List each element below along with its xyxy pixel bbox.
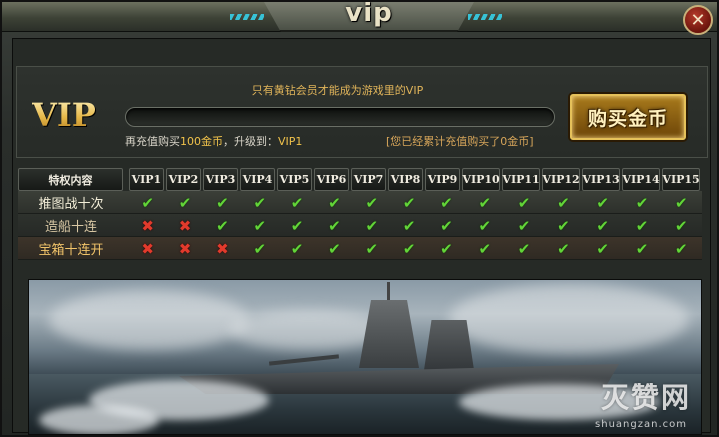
check-icon: ✔ [440,239,453,258]
cross-icon: ✖ [141,239,154,258]
check-icon: ✔ [596,216,609,235]
header-vip6: VIP6 [313,168,349,191]
check-icon: ✔ [290,193,304,212]
check-icon: ✔ [517,216,531,235]
check-icon: ✔ [365,239,379,258]
check-icon: ✔ [402,216,416,235]
header-vip5: VIP5 [276,168,312,191]
header-vip9: VIP9 [425,168,461,191]
check-icon: ✔ [596,239,609,258]
vip-window: vip ✕ VIP 只有黄钻会员才能成为游戏里的VIP 再充值购买100金币，升… [0,0,719,437]
check-icon: ✔ [557,193,570,212]
check-icon: ✔ [402,239,416,258]
check-icon: ✔ [290,239,304,258]
header-vip2: VIP2 [165,168,201,191]
check-icon: ✔ [596,193,609,212]
header-vip13: VIP13 [582,168,621,191]
wave-splash [39,405,159,434]
recharge-amount: 100金币 [180,135,223,148]
check-icon: ✔ [478,216,492,235]
check-icon: ✔ [253,239,267,258]
check-icon: ✔ [635,216,649,235]
recharge-middle: ，升级到： [223,135,278,148]
watermark-logo: 灭赞网 [600,381,691,414]
check-icon: ✔ [402,193,416,212]
ship-tower [359,300,419,368]
check-icon: ✔ [365,216,379,235]
check-icon: ✔ [478,193,492,212]
table-header-row: 特权内容 VIP1 VIP2 VIP3 VIP4 VIP5 VIP6 VIP7 VIP8 VIP… [18,168,702,191]
check-icon: ✔ [557,239,570,258]
check-icon: ✔ [675,193,688,212]
ship-tower [424,320,474,370]
privilege-label: 推图战十次 [38,197,104,212]
vip-privilege-table: 特权内容 VIP1 VIP2 VIP3 VIP4 VIP5 VIP6 VIP7 VIP8 VIP… [18,168,702,260]
check-icon: ✔ [635,239,649,258]
check-icon: ✔ [365,193,379,212]
check-icon: ✔ [557,216,570,235]
check-icon: ✔ [216,216,229,235]
header-vip10: VIP10 [462,168,501,191]
header-vip12: VIP12 [542,168,581,191]
table-row: 宝箱十连开 ✖ ✖ ✖ ✔ ✔ ✔ ✔ ✔ ✔ ✔ ✔ ✔ ✔ ✔ ✔ [18,237,702,260]
vip-notice-text: 只有黄钻会员才能成为游戏里的VIP [251,84,424,97]
watermark-url: shuangzan.com [595,419,687,430]
check-icon: ✔ [178,193,192,212]
total-recharge-text: [您已经累计充值购买了0金币] [386,135,534,148]
privilege-label: 宝箱十连开 [38,243,104,258]
header-vip14: VIP14 [622,168,661,191]
check-icon: ✔ [253,193,267,212]
check-icon: ✔ [478,239,492,258]
window-title: vip [345,0,393,28]
vip-logo: VIP [32,96,96,134]
buy-gold-button-label: 购买金币 [587,107,668,130]
check-icon: ✔ [253,216,267,235]
header-vip1: VIP1 [128,168,164,191]
title-bar-decoration-left [230,14,264,20]
check-icon: ✔ [440,216,453,235]
check-icon: ✔ [517,193,531,212]
privilege-label: 造船十连 [45,220,98,235]
check-icon: ✔ [216,193,229,212]
cross-icon: ✖ [178,239,192,258]
check-icon: ✔ [141,193,154,212]
header-vip4: VIP4 [239,168,275,191]
check-icon: ✔ [328,193,341,212]
close-button[interactable]: ✕ [683,5,713,35]
close-icon: ✕ [690,9,706,31]
check-icon: ✔ [517,239,531,258]
table-row: 造船十连 ✖ ✖ ✔ ✔ ✔ ✔ ✔ ✔ ✔ ✔ ✔ ✔ ✔ ✔ ✔ [18,214,702,237]
table-row: 推图战十次 ✔ ✔ ✔ ✔ ✔ ✔ ✔ ✔ ✔ ✔ ✔ ✔ ✔ ✔ ✔ [18,191,702,214]
check-icon: ✔ [328,239,341,258]
header-vip3: VIP3 [202,168,238,191]
recharge-hint: 再充值购买100金币，升级到：VIP1 [125,133,302,149]
table-body: 推图战十次 ✔ ✔ ✔ ✔ ✔ ✔ ✔ ✔ ✔ ✔ ✔ ✔ ✔ ✔ ✔ 造船十连 ✖ ✖ ✔ ✔ ✔ ✔ ✔ ✔ ✔ ✔ ✔ ✔ ✔ ✔ ✔ 宝… [18,191,702,260]
ship-gun [268,354,340,366]
check-icon: ✔ [675,239,688,258]
battleship-banner-image: 灭赞网 shuangzan.com [28,279,702,435]
header-vip7: VIP7 [351,168,387,191]
cloud [49,290,249,350]
check-icon: ✔ [675,216,688,235]
recharge-prefix: 再充值购买 [125,135,180,148]
buy-gold-button[interactable]: 购买金币 [570,94,686,140]
cross-icon: ✖ [178,216,192,235]
header-vip8: VIP8 [388,168,424,191]
recharge-target-level: VIP1 [278,135,303,148]
cross-icon: ✖ [141,216,154,235]
cross-icon: ✖ [216,239,229,258]
check-icon: ✔ [290,216,304,235]
header-vip15: VIP15 [662,168,701,191]
check-icon: ✔ [635,193,649,212]
header-vip11: VIP11 [502,168,541,191]
vip-progress-bar [125,107,555,127]
cloud [449,284,689,354]
header-privilege: 特权内容 [18,168,123,191]
check-icon: ✔ [328,216,341,235]
check-icon: ✔ [440,193,453,212]
